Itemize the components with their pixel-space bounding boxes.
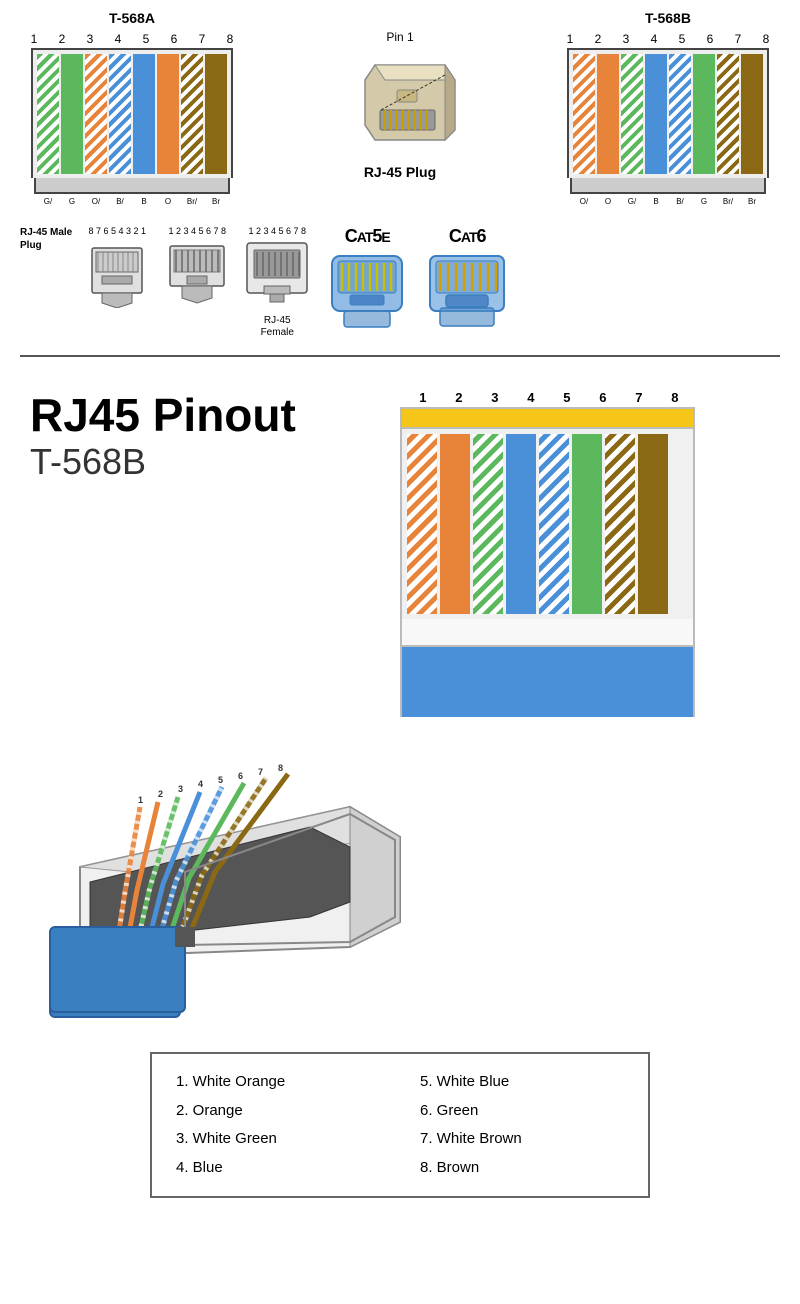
- section-divider: [20, 355, 780, 357]
- t568b-wire-2: [597, 54, 619, 174]
- t568a-title: T-568A: [109, 10, 155, 26]
- side-view-diagram: 8 7 6 5 4 3 2 1: [82, 226, 152, 308]
- wire-legend-box: 1. White Orange 2. Orange 3. White Green…: [150, 1052, 650, 1198]
- t568a-wire-labels: G/ G O/ B/ B O Br/ Br: [33, 195, 231, 208]
- t568b-wire-6: [693, 54, 715, 174]
- side-view-svg: [82, 238, 152, 308]
- t568b-wire-7: [717, 54, 739, 174]
- front-view-svg: [162, 238, 232, 308]
- rj45-3d-section: 1 2 3 4 5 6 7 8: [30, 727, 770, 1042]
- rj45-3d-illustration: 1 2 3 4 5 6 7 8: [30, 727, 770, 1042]
- svg-text:3: 3: [178, 784, 183, 794]
- t568b-connector-body: [567, 48, 769, 178]
- t568b-wire-labels: O/ O G/ B B/ G Br/ Br: [569, 195, 767, 208]
- rj45-plug-illustration: Pin 1: [335, 10, 465, 180]
- svg-text:4: 4: [198, 779, 203, 789]
- t568b-diagram: T-568B 1 2 3 4 5 6 7 8: [556, 10, 780, 208]
- detail-wire-4: [506, 434, 536, 614]
- t568b-wire-8: [741, 54, 763, 174]
- cat6-svg: [422, 251, 512, 331]
- pin1-label: Pin 1: [386, 30, 413, 44]
- pinout-header: RJ45 Pinout T-568B 1 2 3 4 5 6 7 8: [30, 390, 770, 717]
- detail-wire-2: [440, 434, 470, 614]
- connector-bottom-white-bar: [400, 619, 695, 647]
- legend-item-7: 7. White Brown: [420, 1125, 624, 1154]
- legend-col1: 1. White Orange 2. Orange 3. White Green…: [176, 1068, 380, 1182]
- legend-item-1: 1. White Orange: [176, 1068, 380, 1097]
- svg-text:5: 5: [218, 775, 223, 785]
- t568a-connector-body: [31, 48, 233, 178]
- female-view-svg: [242, 238, 312, 313]
- legend-item-5: 5. White Blue: [420, 1068, 624, 1097]
- cat6-connector: CAT6: [422, 226, 512, 331]
- detail-wire-7: [605, 434, 635, 614]
- t568a-wire-7: [181, 54, 203, 174]
- detail-wire-3: [473, 434, 503, 614]
- legend-item-2: 2. Orange: [176, 1097, 380, 1126]
- t568a-pin-numbers: 1 2 3 4 5 6 7 8: [20, 32, 244, 46]
- t568a-wire-diagram: 1 2 3 4 5 6 7 8: [20, 32, 244, 208]
- rj45-3d-svg: 1 2 3 4 5 6 7 8: [30, 727, 420, 1037]
- pinout-right-diagram: 1 2 3 4 5 6 7 8: [326, 390, 770, 717]
- svg-text:7: 7: [258, 767, 263, 777]
- legend-item-3: 3. White Green: [176, 1125, 380, 1154]
- legend-item-6: 6. Green: [420, 1097, 624, 1126]
- svg-text:1: 1: [138, 795, 143, 805]
- t568a-wire-5: [133, 54, 155, 174]
- front-view-diagram: 1 2 3 4 5 6 7 8: [162, 226, 232, 308]
- t568a-wire-8: [205, 54, 227, 174]
- svg-text:8: 8: [278, 763, 283, 773]
- t568b-connector-base: [570, 178, 766, 194]
- detail-wire-body: [400, 429, 695, 619]
- legend-col2: 5. White Blue 6. Green 7. White Brown 8.…: [420, 1068, 624, 1182]
- rj45-plug-label: RJ-45 Plug: [364, 164, 436, 180]
- t568a-connector-base: [34, 178, 230, 194]
- rj45-plug-svg: [335, 50, 465, 160]
- cat5e-connector: CAT5E: [322, 226, 412, 331]
- t568a-diagram: T-568A 1 2 3 4 5 6 7 8: [20, 10, 244, 208]
- cat5e-svg: [322, 251, 412, 331]
- detail-wire-1: [407, 434, 437, 614]
- t568a-wire-1: [37, 54, 59, 174]
- cat5e-label: CAT5E: [345, 226, 390, 247]
- pinout-title-block: RJ45 Pinout T-568B: [30, 390, 296, 483]
- t568b-wire-1: [573, 54, 595, 174]
- t568b-wire-4: [645, 54, 667, 174]
- t568b-pin-numbers: 1 2 3 4 5 6 7 8: [556, 32, 780, 46]
- yellow-top-bar: [400, 407, 695, 429]
- pinout-diagrams: T-568A 1 2 3 4 5 6 7 8: [20, 10, 780, 208]
- t568b-title: T-568B: [645, 10, 691, 26]
- detail-wire-6: [572, 434, 602, 614]
- rj45-female-label: RJ-45Female: [261, 315, 294, 339]
- t568a-wire-6: [157, 54, 179, 174]
- t568b-wire-5: [669, 54, 691, 174]
- t568a-wire-4: [109, 54, 131, 174]
- legend-item-4: 4. Blue: [176, 1154, 380, 1183]
- connector-cable-section: [400, 647, 695, 717]
- svg-text:2: 2: [158, 789, 163, 799]
- top-section: T-568A 1 2 3 4 5 6 7 8: [0, 0, 800, 375]
- connector-row: RJ-45 Male Plug 8 7 6 5 4 3 2 1: [20, 218, 780, 347]
- legend-item-8: 8. Brown: [420, 1154, 624, 1183]
- pinout-main-title: RJ45 Pinout: [30, 390, 296, 441]
- t568b-wire-diagram: 1 2 3 4 5 6 7 8: [556, 32, 780, 208]
- male-plug-label: RJ-45 Male Plug: [20, 226, 72, 252]
- detail-wire-5: [539, 434, 569, 614]
- t568a-wire-3: [85, 54, 107, 174]
- pinout-pin-numbers: 1 2 3 4 5 6 7 8: [403, 390, 693, 405]
- detail-wire-8: [638, 434, 668, 614]
- cat6-label: CAT6: [449, 226, 486, 247]
- bottom-section: RJ45 Pinout T-568B 1 2 3 4 5 6 7 8: [0, 375, 800, 1223]
- female-view-diagram: 1 2 3 4 5 6 7 8 RJ-45Female: [242, 226, 312, 339]
- svg-text:6: 6: [238, 771, 243, 781]
- t568b-wire-3: [621, 54, 643, 174]
- pinout-subtitle: T-568B: [30, 441, 296, 483]
- t568a-wire-2: [61, 54, 83, 174]
